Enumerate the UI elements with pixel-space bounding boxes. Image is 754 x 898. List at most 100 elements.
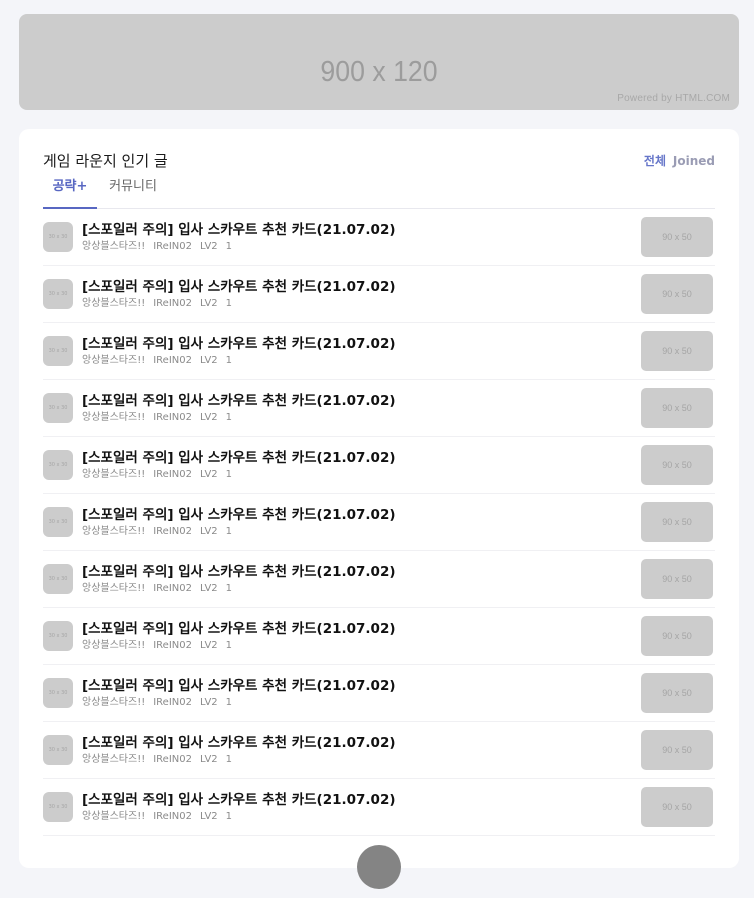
post-title[interactable]: [스포일러 주의] 입사 스카우트 추천 카드(21.07.02)	[82, 620, 396, 638]
avatar-placeholder-label: 30 x 30	[48, 234, 68, 240]
post-count: 1	[225, 697, 233, 708]
post-meta: 앙상블스타즈!! IReIN02 LV2 1	[82, 582, 240, 596]
post-level: LV2	[199, 754, 218, 765]
list-item[interactable]: 30 x 30 [스포일러 주의] 입사 스카우트 추천 카드(21.07.02)…	[43, 209, 715, 266]
post-thumbnail[interactable]: 90 x 50	[641, 274, 713, 314]
filter-joined-link[interactable]: Joined	[673, 153, 715, 169]
post-title[interactable]: [스포일러 주의] 입사 스카우트 추천 카드(21.07.02)	[82, 449, 396, 467]
post-meta: 앙상블스타즈!! IReIN02 LV2 1	[82, 240, 240, 254]
post-meta: 앙상블스타즈!! IReIN02 LV2 1	[82, 354, 240, 368]
post-thumbnail[interactable]: 90 x 50	[641, 559, 713, 599]
list-item[interactable]: 30 x 30 [스포일러 주의] 입사 스카우트 추천 카드(21.07.02)…	[43, 266, 715, 323]
post-game: 앙상블스타즈!!	[82, 583, 146, 594]
post-game: 앙상블스타즈!!	[82, 754, 146, 765]
post-count: 1	[225, 754, 233, 765]
post-author: IReIN02	[153, 811, 192, 822]
post-title[interactable]: [스포일러 주의] 입사 스카우트 추천 카드(21.07.02)	[82, 791, 396, 809]
post-thumbnail[interactable]: 90 x 50	[641, 502, 713, 542]
post-author: IReIN02	[153, 355, 192, 366]
post-level: LV2	[199, 412, 218, 423]
avatar-placeholder-label: 30 x 30	[48, 633, 68, 639]
post-thumbnail[interactable]: 90 x 50	[641, 388, 713, 428]
post-level: LV2	[199, 355, 218, 366]
post-author: IReIN02	[153, 583, 192, 594]
post-thumbnail[interactable]: 90 x 50	[641, 730, 713, 770]
post-title[interactable]: [스포일러 주의] 입사 스카우트 추천 카드(21.07.02)	[82, 506, 396, 524]
post-game: 앙상블스타즈!!	[82, 640, 146, 651]
thumbnail-placeholder-label: 90 x 50	[662, 802, 692, 812]
thumbnail-placeholder-label: 90 x 50	[662, 403, 692, 413]
thumbnail-placeholder-label: 90 x 50	[662, 289, 692, 299]
post-level: LV2	[199, 469, 218, 480]
post-count: 1	[225, 241, 233, 252]
post-level: LV2	[199, 697, 218, 708]
game-avatar: 30 x 30	[43, 336, 73, 366]
post-game: 앙상블스타즈!!	[82, 811, 146, 822]
post-title[interactable]: [스포일러 주의] 입사 스카우트 추천 카드(21.07.02)	[82, 335, 396, 353]
list-item[interactable]: 30 x 30 [스포일러 주의] 입사 스카우트 추천 카드(21.07.02)…	[43, 551, 715, 608]
floating-action-button[interactable]	[357, 845, 401, 889]
avatar-placeholder-label: 30 x 30	[48, 462, 68, 468]
popular-posts-card: 게임 라운지 인기 글 전체 Joined 공략+ 커뮤니티 30 x 30 [스…	[19, 129, 739, 868]
post-meta: 앙상블스타즈!! IReIN02 LV2 1	[82, 810, 240, 824]
post-game: 앙상블스타즈!!	[82, 298, 146, 309]
post-thumbnail[interactable]: 90 x 50	[641, 445, 713, 485]
post-thumbnail[interactable]: 90 x 50	[641, 787, 713, 827]
post-thumbnail[interactable]: 90 x 50	[641, 673, 713, 713]
avatar-placeholder-label: 30 x 30	[48, 291, 68, 297]
list-item[interactable]: 30 x 30 [스포일러 주의] 입사 스카우트 추천 카드(21.07.02)…	[43, 323, 715, 380]
game-avatar: 30 x 30	[43, 279, 73, 309]
game-avatar: 30 x 30	[43, 222, 73, 252]
list-item[interactable]: 30 x 30 [스포일러 주의] 입사 스카우트 추천 카드(21.07.02)…	[43, 437, 715, 494]
avatar-placeholder-label: 30 x 30	[48, 348, 68, 354]
thumbnail-placeholder-label: 90 x 50	[662, 460, 692, 470]
section-title: 게임 라운지 인기 글	[43, 152, 168, 170]
post-thumbnail[interactable]: 90 x 50	[641, 331, 713, 371]
post-game: 앙상블스타즈!!	[82, 469, 146, 480]
post-author: IReIN02	[153, 640, 192, 651]
list-item[interactable]: 30 x 30 [스포일러 주의] 입사 스카우트 추천 카드(21.07.02)…	[43, 779, 715, 836]
list-item[interactable]: 30 x 30 [스포일러 주의] 입사 스카우트 추천 카드(21.07.02)…	[43, 722, 715, 779]
post-game: 앙상블스타즈!!	[82, 697, 146, 708]
avatar-placeholder-label: 30 x 30	[48, 747, 68, 753]
post-author: IReIN02	[153, 697, 192, 708]
post-author: IReIN02	[153, 412, 192, 423]
ad-banner[interactable]: 900 x 120 Powered by HTML.COM	[19, 14, 739, 110]
post-title[interactable]: [스포일러 주의] 입사 스카우트 추천 카드(21.07.02)	[82, 677, 396, 695]
game-avatar: 30 x 30	[43, 564, 73, 594]
post-count: 1	[225, 811, 233, 822]
avatar-placeholder-label: 30 x 30	[48, 804, 68, 810]
post-title[interactable]: [스포일러 주의] 입사 스카우트 추천 카드(21.07.02)	[82, 734, 396, 752]
banner-credit: Powered by HTML.COM	[617, 93, 730, 104]
list-item[interactable]: 30 x 30 [스포일러 주의] 입사 스카우트 추천 카드(21.07.02)…	[43, 665, 715, 722]
banner-placeholder-label: 900 x 120	[320, 56, 438, 88]
post-author: IReIN02	[153, 526, 192, 537]
post-count: 1	[225, 412, 233, 423]
tab-community[interactable]: 커뮤니티	[105, 179, 161, 207]
post-count: 1	[225, 355, 233, 366]
list-item[interactable]: 30 x 30 [스포일러 주의] 입사 스카우트 추천 카드(21.07.02)…	[43, 494, 715, 551]
game-avatar: 30 x 30	[43, 507, 73, 537]
post-title[interactable]: [스포일러 주의] 입사 스카우트 추천 카드(21.07.02)	[82, 278, 396, 296]
thumbnail-placeholder-label: 90 x 50	[662, 745, 692, 755]
post-thumbnail[interactable]: 90 x 50	[641, 217, 713, 257]
post-title[interactable]: [스포일러 주의] 입사 스카우트 추천 카드(21.07.02)	[82, 563, 396, 581]
game-avatar: 30 x 30	[43, 678, 73, 708]
game-avatar: 30 x 30	[43, 735, 73, 765]
list-item[interactable]: 30 x 30 [스포일러 주의] 입사 스카우트 추천 카드(21.07.02)…	[43, 380, 715, 437]
filter-all-link[interactable]: 전체	[644, 153, 666, 169]
post-thumbnail[interactable]: 90 x 50	[641, 616, 713, 656]
post-title[interactable]: [스포일러 주의] 입사 스카우트 추천 카드(21.07.02)	[82, 392, 396, 410]
game-avatar: 30 x 30	[43, 393, 73, 423]
post-meta: 앙상블스타즈!! IReIN02 LV2 1	[82, 525, 240, 539]
list-item[interactable]: 30 x 30 [스포일러 주의] 입사 스카우트 추천 카드(21.07.02)…	[43, 608, 715, 665]
avatar-placeholder-label: 30 x 30	[48, 576, 68, 582]
post-meta: 앙상블스타즈!! IReIN02 LV2 1	[82, 753, 240, 767]
post-count: 1	[225, 640, 233, 651]
post-level: LV2	[199, 811, 218, 822]
post-title[interactable]: [스포일러 주의] 입사 스카우트 추천 카드(21.07.02)	[82, 221, 396, 239]
thumbnail-placeholder-label: 90 x 50	[662, 688, 692, 698]
post-game: 앙상블스타즈!!	[82, 355, 146, 366]
post-game: 앙상블스타즈!!	[82, 412, 146, 423]
tab-guide[interactable]: 공략+	[43, 179, 97, 209]
